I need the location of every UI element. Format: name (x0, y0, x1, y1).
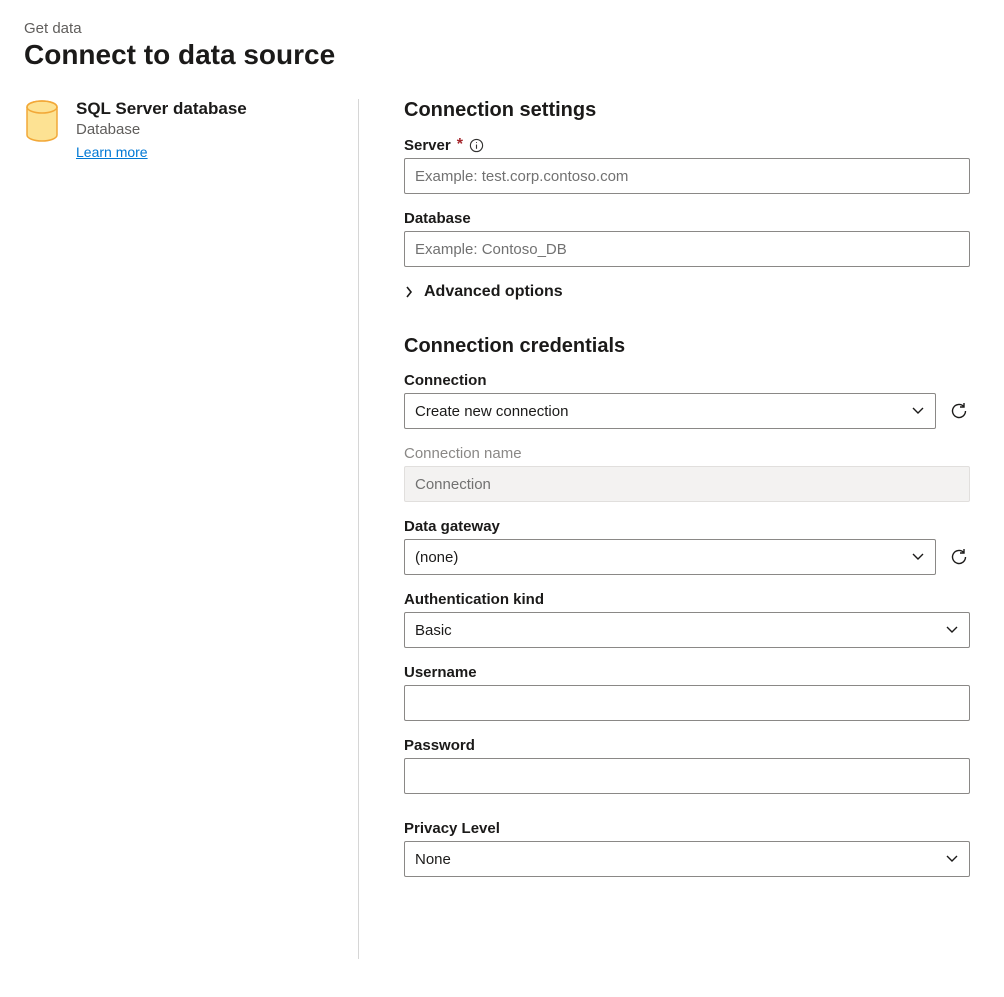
connection-credentials-heading: Connection credentials (404, 335, 970, 358)
chevron-down-icon (911, 550, 925, 564)
info-icon[interactable] (469, 137, 485, 153)
server-label: Server (404, 137, 451, 154)
chevron-right-icon (404, 285, 414, 299)
connection-name-input (404, 466, 970, 502)
connection-settings-heading: Connection settings (404, 99, 970, 122)
authentication-kind-select[interactable]: Basic (404, 612, 970, 648)
data-gateway-select[interactable]: (none) (404, 539, 936, 575)
connection-select[interactable]: Create new connection (404, 393, 936, 429)
database-input[interactable] (404, 231, 970, 267)
username-label: Username (404, 664, 477, 681)
data-gateway-label: Data gateway (404, 518, 500, 535)
required-asterisk: * (457, 136, 463, 154)
privacy-level-select[interactable]: None (404, 841, 970, 877)
connection-label: Connection (404, 372, 487, 389)
learn-more-link[interactable]: Learn more (76, 144, 148, 160)
source-subtitle: Database (76, 121, 338, 138)
page-title: Connect to data source (24, 39, 980, 71)
source-panel: SQL Server database Database Learn more (24, 99, 359, 959)
chevron-down-icon (911, 404, 925, 418)
connection-value: Create new connection (415, 403, 568, 420)
password-input[interactable] (404, 758, 970, 794)
authentication-kind-label: Authentication kind (404, 591, 544, 608)
password-label: Password (404, 737, 475, 754)
refresh-icon[interactable] (948, 400, 970, 422)
chevron-down-icon (945, 852, 959, 866)
refresh-icon[interactable] (948, 546, 970, 568)
data-gateway-value: (none) (415, 549, 458, 566)
source-title: SQL Server database (76, 99, 338, 119)
advanced-options-label: Advanced options (424, 283, 563, 301)
authentication-kind-value: Basic (415, 622, 452, 639)
privacy-level-label: Privacy Level (404, 820, 500, 837)
username-input[interactable] (404, 685, 970, 721)
database-label: Database (404, 210, 471, 227)
server-input[interactable] (404, 158, 970, 194)
database-icon (24, 99, 60, 162)
breadcrumb: Get data (24, 20, 980, 37)
chevron-down-icon (945, 623, 959, 637)
privacy-level-value: None (415, 851, 451, 868)
advanced-options-toggle[interactable]: Advanced options (404, 283, 970, 301)
connection-name-label: Connection name (404, 445, 522, 462)
